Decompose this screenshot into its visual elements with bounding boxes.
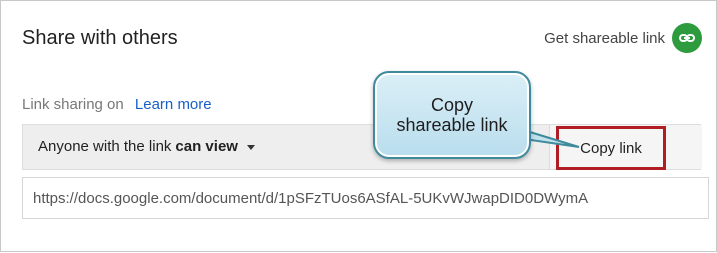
link-sharing-status-text: Link sharing on — [22, 96, 124, 113]
access-level: can view — [175, 138, 238, 155]
link-sharing-status: Link sharing on Learn more — [22, 96, 212, 113]
callout-text: Copy shareable link — [375, 95, 529, 135]
chevron-down-icon — [246, 144, 255, 150]
access-prefix: Anyone with the link — [38, 138, 172, 155]
learn-more-link[interactable]: Learn more — [135, 96, 212, 113]
dialog-title: Share with others — [22, 27, 178, 49]
link-icon[interactable] — [672, 23, 702, 53]
link-access-dropdown[interactable]: Anyone with the link can view — [38, 138, 255, 155]
callout-line-1: Copy — [430, 95, 474, 115]
callout-line-2: shareable link — [396, 115, 508, 135]
copy-link-button[interactable]: Copy link — [556, 126, 666, 170]
get-shareable-link-control[interactable]: Get shareable link — [544, 23, 702, 53]
share-dialog: Share with others Get shareable link Lin… — [0, 0, 717, 252]
copy-shareable-link-callout: Copy shareable link — [373, 71, 531, 159]
get-shareable-link-label: Get shareable link — [544, 29, 665, 47]
shareable-link-field[interactable]: https://docs.google.com/document/d/1pSFz… — [22, 177, 709, 219]
